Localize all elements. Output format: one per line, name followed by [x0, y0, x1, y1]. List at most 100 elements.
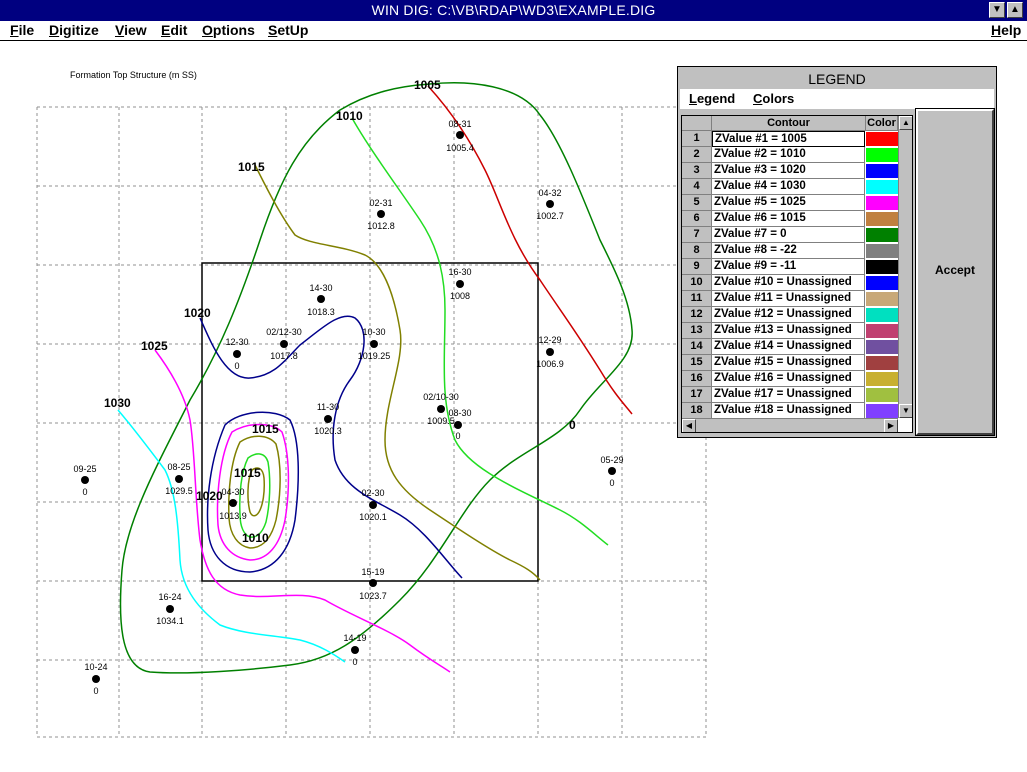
legend-row[interactable]: 5 ZValue #5 = 1025 — [682, 195, 912, 211]
color-swatch[interactable] — [866, 180, 898, 194]
menu-setup[interactable]: SetUp — [268, 21, 308, 39]
color-swatch[interactable] — [866, 308, 898, 322]
contour-cell[interactable]: ZValue #15 = Unassigned — [712, 355, 865, 371]
contour-label: 1025 — [141, 339, 168, 353]
scroll-up-icon[interactable]: ▲ — [899, 116, 912, 130]
color-swatch[interactable] — [866, 260, 898, 274]
color-swatch[interactable] — [866, 196, 898, 210]
well-marker: 12-30 0 — [225, 337, 248, 371]
color-swatch[interactable] — [866, 324, 898, 338]
legend-row[interactable]: 13 ZValue #13 = Unassigned — [682, 323, 912, 339]
menu-edit[interactable]: Edit — [161, 21, 187, 39]
contour-cell[interactable]: ZValue #2 = 1010 — [712, 147, 865, 163]
color-swatch[interactable] — [866, 132, 898, 146]
row-number: 12 — [682, 307, 712, 323]
color-swatch[interactable] — [866, 244, 898, 258]
legend-row[interactable]: 16 ZValue #16 = Unassigned — [682, 371, 912, 387]
legend-row[interactable]: 17 ZValue #17 = Unassigned — [682, 387, 912, 403]
menu-digitize[interactable]: Digitize — [49, 21, 99, 39]
svg-text:0: 0 — [455, 431, 460, 441]
row-number: 16 — [682, 371, 712, 387]
well-marker: 04-32 1002.7 — [536, 188, 564, 221]
contour-1030-cyan — [117, 409, 346, 663]
legend-row[interactable]: 12 ZValue #12 = Unassigned — [682, 307, 912, 323]
svg-text:1023.7: 1023.7 — [359, 591, 387, 601]
color-swatch[interactable] — [866, 388, 898, 402]
legend-row[interactable]: 18 ZValue #18 = Unassigned — [682, 403, 912, 419]
color-swatch[interactable] — [866, 356, 898, 370]
contour-cell[interactable]: ZValue #17 = Unassigned — [712, 387, 865, 403]
contour-cell[interactable]: ZValue #8 = -22 — [712, 243, 865, 259]
color-swatch[interactable] — [866, 404, 898, 418]
legend-menu-bar: Legend Colors — [680, 89, 994, 109]
menu-bar: File Digitize View Edit Options SetUp He… — [0, 21, 1027, 41]
svg-text:1012.8: 1012.8 — [367, 221, 395, 231]
contour-label: 1005 — [414, 78, 441, 92]
color-swatch[interactable] — [866, 164, 898, 178]
vertical-scrollbar[interactable]: ▲ ▼ — [898, 116, 912, 418]
svg-text:0: 0 — [93, 686, 98, 696]
minimize-button[interactable]: ▼ — [989, 2, 1005, 18]
legend-menu-colors[interactable]: Colors — [753, 89, 794, 109]
maximize-button[interactable]: ▲ — [1007, 2, 1023, 18]
well-marker: 12-29 1006.9 — [536, 335, 564, 369]
color-swatch[interactable] — [866, 276, 898, 290]
contour-cell[interactable]: ZValue #5 = 1025 — [712, 195, 865, 211]
legend-row[interactable]: 14 ZValue #14 = Unassigned — [682, 339, 912, 355]
contour-cell[interactable]: ZValue #10 = Unassigned — [712, 275, 865, 291]
menu-file[interactable]: File — [10, 21, 34, 39]
col-header-color: Color — [866, 116, 898, 131]
legend-menu-legend[interactable]: Legend — [689, 89, 735, 109]
menu-options[interactable]: Options — [202, 21, 255, 39]
svg-text:10-30: 10-30 — [362, 327, 385, 337]
row-number: 6 — [682, 211, 712, 227]
legend-row[interactable]: 8 ZValue #8 = -22 — [682, 243, 912, 259]
color-swatch[interactable] — [866, 212, 898, 226]
well-marker: 04-30 1013.9 — [219, 487, 247, 521]
legend-row[interactable]: 6 ZValue #6 = 1015 — [682, 211, 912, 227]
legend-row[interactable]: 9 ZValue #9 = -11 — [682, 259, 912, 275]
contour-cell[interactable]: ZValue #14 = Unassigned — [712, 339, 865, 355]
legend-row[interactable]: 10 ZValue #10 = Unassigned — [682, 275, 912, 291]
contour-cell[interactable]: ZValue #6 = 1015 — [712, 211, 865, 227]
color-swatch[interactable] — [866, 340, 898, 354]
title-bar: WIN DIG: C:\VB\RDAP\WD3\EXAMPLE.DIG ▼ ▲ — [0, 0, 1027, 21]
contour-cell[interactable]: ZValue #13 = Unassigned — [712, 323, 865, 339]
legend-row[interactable]: 7 ZValue #7 = 0 — [682, 227, 912, 243]
contour-cell[interactable]: ZValue #3 = 1020 — [712, 163, 865, 179]
contour-cell[interactable]: ZValue #12 = Unassigned — [712, 307, 865, 323]
color-swatch[interactable] — [866, 292, 898, 306]
legend-row[interactable]: 15 ZValue #15 = Unassigned — [682, 355, 912, 371]
svg-text:1006.9: 1006.9 — [536, 359, 564, 369]
color-swatch[interactable] — [866, 228, 898, 242]
legend-row[interactable]: 4 ZValue #4 = 1030 — [682, 179, 912, 195]
svg-text:09-25: 09-25 — [73, 464, 96, 474]
well-marker: 11-30 1020.3 — [314, 402, 342, 436]
scroll-left-icon[interactable]: ◀ — [682, 419, 696, 432]
accept-button[interactable]: Accept — [915, 108, 995, 436]
contour-cell[interactable]: ZValue #4 = 1030 — [712, 179, 865, 195]
horizontal-scrollbar[interactable]: ◀ ▶ — [682, 418, 898, 432]
legend-row[interactable]: 3 ZValue #3 = 1020 — [682, 163, 912, 179]
menu-help[interactable]: Help — [991, 21, 1021, 39]
svg-text:12-29: 12-29 — [538, 335, 561, 345]
contour-cell[interactable]: ZValue #11 = Unassigned — [712, 291, 865, 307]
scroll-right-icon[interactable]: ▶ — [884, 419, 898, 432]
well-marker: 09-25 0 — [73, 464, 96, 497]
scroll-down-icon[interactable]: ▼ — [899, 404, 912, 418]
legend-row[interactable]: 11 ZValue #11 = Unassigned — [682, 291, 912, 307]
contour-cell[interactable]: ZValue #18 = Unassigned — [712, 403, 865, 419]
menu-view[interactable]: View — [115, 21, 147, 39]
contour-cell[interactable]: ZValue #7 = 0 — [712, 227, 865, 243]
legend-row[interactable]: 1 ZValue #1 = 1005 — [682, 131, 912, 147]
color-swatch[interactable] — [866, 148, 898, 162]
contour-cell[interactable]: ZValue #1 = 1005 — [712, 131, 865, 147]
legend-row[interactable]: 2 ZValue #2 = 1010 — [682, 147, 912, 163]
contour-cell[interactable]: ZValue #9 = -11 — [712, 259, 865, 275]
contour-label: 1020 — [184, 306, 211, 320]
contour-cell[interactable]: ZValue #16 = Unassigned — [712, 371, 865, 387]
well-marker: 02-31 1012.8 — [367, 198, 395, 231]
svg-text:04-30: 04-30 — [221, 487, 244, 497]
color-swatch[interactable] — [866, 372, 898, 386]
legend-window: LEGEND Legend Colors Contour Color 1 ZVal… — [677, 66, 997, 438]
